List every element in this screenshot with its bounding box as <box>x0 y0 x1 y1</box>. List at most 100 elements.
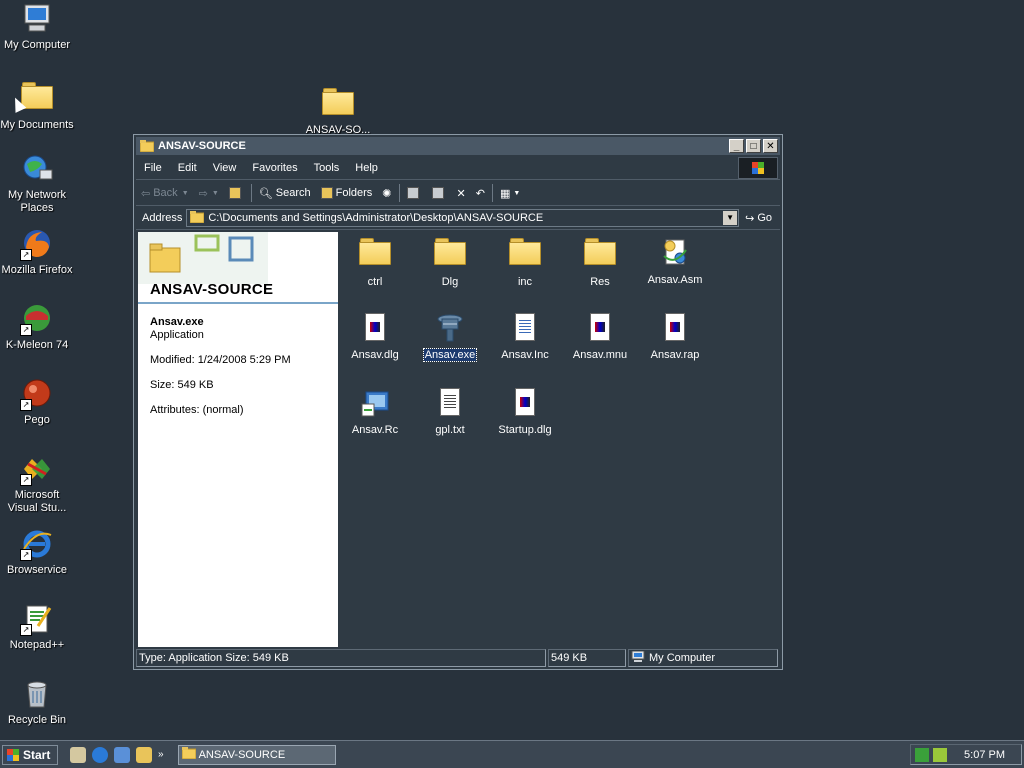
desktop-icon-k-meleon[interactable]: ↗ K-Meleon 74 <box>0 302 74 352</box>
desktop-icon-browservice[interactable]: ↗ Browservice <box>0 527 74 577</box>
desktop-icon-ansav-folder[interactable]: ANSAV-SO... <box>301 88 375 137</box>
menu-file[interactable]: File <box>136 162 170 174</box>
clock[interactable]: 5:07 PM <box>964 749 1005 761</box>
move-to-icon <box>406 187 419 199</box>
menu-favorites[interactable]: Favorites <box>244 162 305 174</box>
explorer-window[interactable]: ANSAV-SOURCE _ □ ✕ File Edit View Favori… <box>133 134 783 670</box>
selected-file-type: Application <box>150 329 204 341</box>
history-button[interactable]: ✺ <box>377 183 396 203</box>
folder-icon <box>583 238 617 272</box>
file-item-ansav-mnu[interactable]: Ansav.mnu <box>565 311 635 361</box>
rap-file-icon <box>658 311 692 345</box>
address-path: C:\Documents and Settings\Administrator\… <box>208 212 544 224</box>
minimize-button[interactable]: _ <box>729 139 744 153</box>
desktop-icon-my-computer[interactable]: My Computer <box>0 2 74 52</box>
taskbar-item-ansav-source[interactable]: ANSAV-SOURCE <box>177 744 336 765</box>
computer-icon <box>631 650 645 666</box>
desktop-icon-mozilla-firefox[interactable]: ↗ Mozilla Firefox <box>0 227 74 277</box>
exe-file-icon <box>433 311 467 345</box>
desktop-icon-label: Recycle Bin <box>7 714 67 726</box>
address-input[interactable]: C:\Documents and Settings\Administrator\… <box>186 209 740 227</box>
windows-explorer-icon[interactable] <box>136 746 152 763</box>
windows-logo-icon <box>738 157 778 179</box>
address-bar: Address C:\Documents and Settings\Admini… <box>136 207 780 230</box>
internet-explorer-icon[interactable] <box>92 746 108 763</box>
views-button[interactable]: ▦ ▼ <box>495 183 525 203</box>
desktop-icon-my-network-places[interactable]: My Network Places <box>0 152 74 215</box>
copy-to-icon <box>431 187 444 199</box>
file-label: ctrl <box>367 276 383 288</box>
documents-folder-icon <box>20 82 54 116</box>
file-list[interactable]: ctrl Dlg inc Res Ansav.Asm Ansav.dlg Ans… <box>340 232 780 647</box>
delete-button[interactable]: ✕ <box>452 183 471 203</box>
title-bar[interactable]: ANSAV-SOURCE _ □ ✕ <box>136 137 780 155</box>
folders-button[interactable]: Folders <box>316 183 378 203</box>
shortcut-arrow-icon: ↗ <box>20 249 32 261</box>
status-size: 549 KB <box>548 649 626 667</box>
selected-file-size: Size: 549 KB <box>150 379 214 391</box>
show-desktop-icon[interactable] <box>70 746 86 763</box>
desktop-icon-label: Pego <box>24 414 50 426</box>
system-tray: 5:07 PM <box>910 744 1022 765</box>
search-button[interactable]: 🔍︎ Search <box>254 183 316 203</box>
file-item-ansav-dlg[interactable]: Ansav.dlg <box>340 311 410 361</box>
text-file-icon <box>433 386 467 420</box>
file-item-ansav-rc[interactable]: Ansav.Rc <box>340 386 410 436</box>
undo-icon: ↶ <box>475 187 485 200</box>
menu-tools[interactable]: Tools <box>306 162 348 174</box>
tray-network-icon[interactable] <box>915 747 929 762</box>
file-item-ansav-exe[interactable]: Ansav.exe <box>415 311 485 362</box>
copy-to-button[interactable] <box>427 183 452 203</box>
back-button[interactable]: ⇦ Back ▼ <box>136 183 194 203</box>
forward-arrow-icon: ⇨ <box>198 187 208 200</box>
file-item-ctrl[interactable]: ctrl <box>340 236 410 288</box>
shortcut-arrow-icon: ↗ <box>20 324 32 336</box>
chevron-right-icon[interactable]: » <box>158 749 164 760</box>
maximize-button[interactable]: □ <box>746 139 761 153</box>
file-item-ansav-asm[interactable]: Ansav.Asm <box>640 236 710 286</box>
folder-icon <box>508 238 542 272</box>
file-item-res[interactable]: Res <box>565 236 635 288</box>
selected-file-name: Ansav.exe <box>150 316 204 328</box>
outlook-express-icon[interactable] <box>114 746 130 763</box>
desktop-icon-notepad-plus-plus[interactable]: ↗ Notepad++ <box>0 602 74 652</box>
file-item-gpl-txt[interactable]: gpl.txt <box>415 386 485 436</box>
tray-app-icon[interactable] <box>933 747 947 762</box>
start-label: Start <box>23 747 51 762</box>
network-globe-icon <box>20 152 54 186</box>
status-bar: Type: Application Size: 549 KB 549 KB My… <box>136 649 780 667</box>
file-item-startup-dlg[interactable]: Startup.dlg <box>490 386 560 436</box>
close-button[interactable]: ✕ <box>763 139 778 153</box>
menu-help[interactable]: Help <box>347 162 386 174</box>
desktop-icon-pego[interactable]: ↗ Pego <box>0 377 74 427</box>
address-dropdown-button[interactable]: ▼ <box>723 211 738 225</box>
undo-button[interactable]: ↶ <box>471 183 490 203</box>
forward-button[interactable]: ⇨ ▼ <box>194 183 224 203</box>
folder-banner-icon <box>138 232 268 284</box>
up-folder-button[interactable] <box>224 183 249 203</box>
shortcut-arrow-icon: ↗ <box>20 624 32 636</box>
folders-label: Folders <box>335 187 373 199</box>
menu-edit[interactable]: Edit <box>170 162 205 174</box>
go-button[interactable]: ↪ Go <box>739 212 780 225</box>
back-label: Back <box>153 187 178 199</box>
taskbar-item-label: ANSAV-SOURCE <box>198 748 286 761</box>
file-details: Ansav.exe Application Modified: 1/24/200… <box>138 304 338 441</box>
quick-launch: » <box>70 746 164 763</box>
details-task-pane: ANSAV-SOURCE Ansav.exe Application Modif… <box>138 232 338 647</box>
move-to-button[interactable] <box>402 183 427 203</box>
desktop-icon-recycle-bin[interactable]: Recycle Bin <box>0 677 74 727</box>
recycle-bin-icon <box>20 677 54 711</box>
folder-icon <box>189 210 205 226</box>
file-item-inc[interactable]: inc <box>490 236 560 288</box>
document-file-icon <box>508 311 542 345</box>
start-button[interactable]: Start <box>2 744 58 765</box>
file-item-ansav-rap[interactable]: Ansav.rap <box>640 311 710 361</box>
toolbar-separator <box>491 184 493 202</box>
menu-view[interactable]: View <box>205 162 245 174</box>
file-item-ansav-inc[interactable]: Ansav.Inc <box>490 311 560 361</box>
desktop-icon-visual-studio[interactable]: ↗ Microsoft Visual Stu... <box>0 452 74 515</box>
file-item-dlg-folder[interactable]: Dlg <box>415 236 485 288</box>
k-meleon-icon: ↗ <box>20 302 54 336</box>
standard-toolbar: ⇦ Back ▼ ⇨ ▼ 🔍︎ Search Folders ✺ ✕ ↶ ▦ ▼ <box>136 181 780 206</box>
